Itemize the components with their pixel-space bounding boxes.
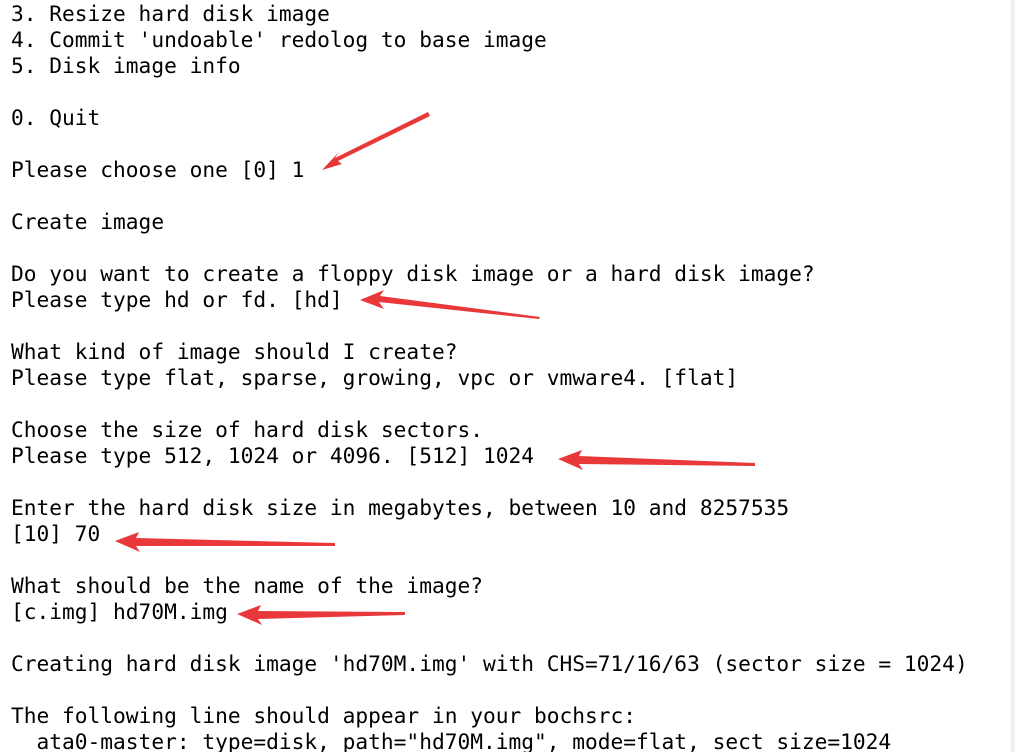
terminal-line: 3. Resize hard disk image: [11, 1, 330, 26]
terminal-line: The following line should appear in your…: [11, 703, 637, 728]
terminal-line: Create image: [11, 209, 165, 234]
terminal-line: Enter the hard disk size in megabytes, b…: [11, 495, 790, 520]
terminal-line: 0. Quit: [11, 105, 101, 130]
terminal-line: 5. Disk image info: [11, 53, 241, 78]
terminal-line: Please type hd or fd. [hd]: [11, 287, 343, 312]
terminal-line: Creating hard disk image 'hd70M.img' wit…: [11, 651, 968, 676]
terminal-line: Please type flat, sparse, growing, vpc o…: [11, 365, 739, 390]
terminal-line: Please choose one [0] 1: [11, 157, 305, 182]
terminal-output: 3. Resize hard disk image 4. Commit 'und…: [0, 0, 1015, 752]
terminal-line: [c.img] hd70M.img: [11, 599, 228, 624]
terminal-line: [10] 70: [11, 521, 101, 546]
terminal-line: Please type 512, 1024 or 4096. [512] 102…: [11, 443, 534, 468]
terminal-line: What should be the name of the image?: [11, 573, 483, 598]
terminal-line: Do you want to create a floppy disk imag…: [11, 261, 815, 286]
scrollbar[interactable]: [1011, 0, 1015, 752]
terminal-line: ata0-master: type=disk, path="hd70M.img"…: [11, 729, 892, 752]
terminal-line: Choose the size of hard disk sectors.: [11, 417, 483, 442]
terminal-line: 4. Commit 'undoable' redolog to base ima…: [11, 27, 547, 52]
terminal-line: What kind of image should I create?: [11, 339, 458, 364]
